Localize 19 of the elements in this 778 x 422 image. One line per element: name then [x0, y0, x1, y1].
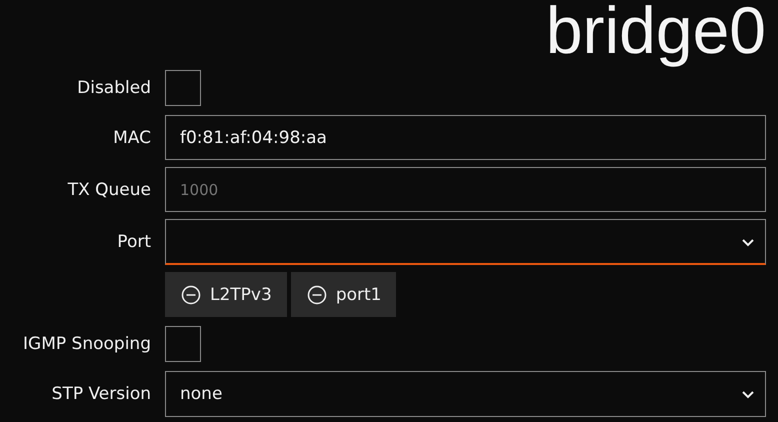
dropdown[interactable]: none — [165, 371, 766, 417]
dropdown[interactable] — [165, 219, 766, 265]
input-field[interactable]: 1000 — [165, 167, 766, 212]
field-label: STP Version — [52, 384, 151, 404]
port-tag[interactable]: L2TPv3 — [165, 272, 287, 317]
page-title: bridge0 — [546, 0, 766, 68]
checkbox[interactable] — [165, 70, 201, 106]
port-tag[interactable]: port1 — [290, 272, 396, 317]
chevron-down-icon — [741, 389, 755, 399]
remove-icon — [181, 284, 201, 304]
field-label: IGMP Snooping — [23, 334, 151, 354]
field-label: Port — [117, 232, 151, 252]
input-field[interactable]: f0:81:af:04:98:aa — [165, 115, 766, 160]
remove-icon — [306, 284, 327, 304]
checkbox[interactable] — [165, 326, 201, 362]
field-label: Disabled — [77, 78, 151, 98]
field-label: MAC — [113, 128, 151, 148]
chevron-down-icon — [741, 236, 755, 246]
field-label: TX Queue — [68, 180, 151, 200]
